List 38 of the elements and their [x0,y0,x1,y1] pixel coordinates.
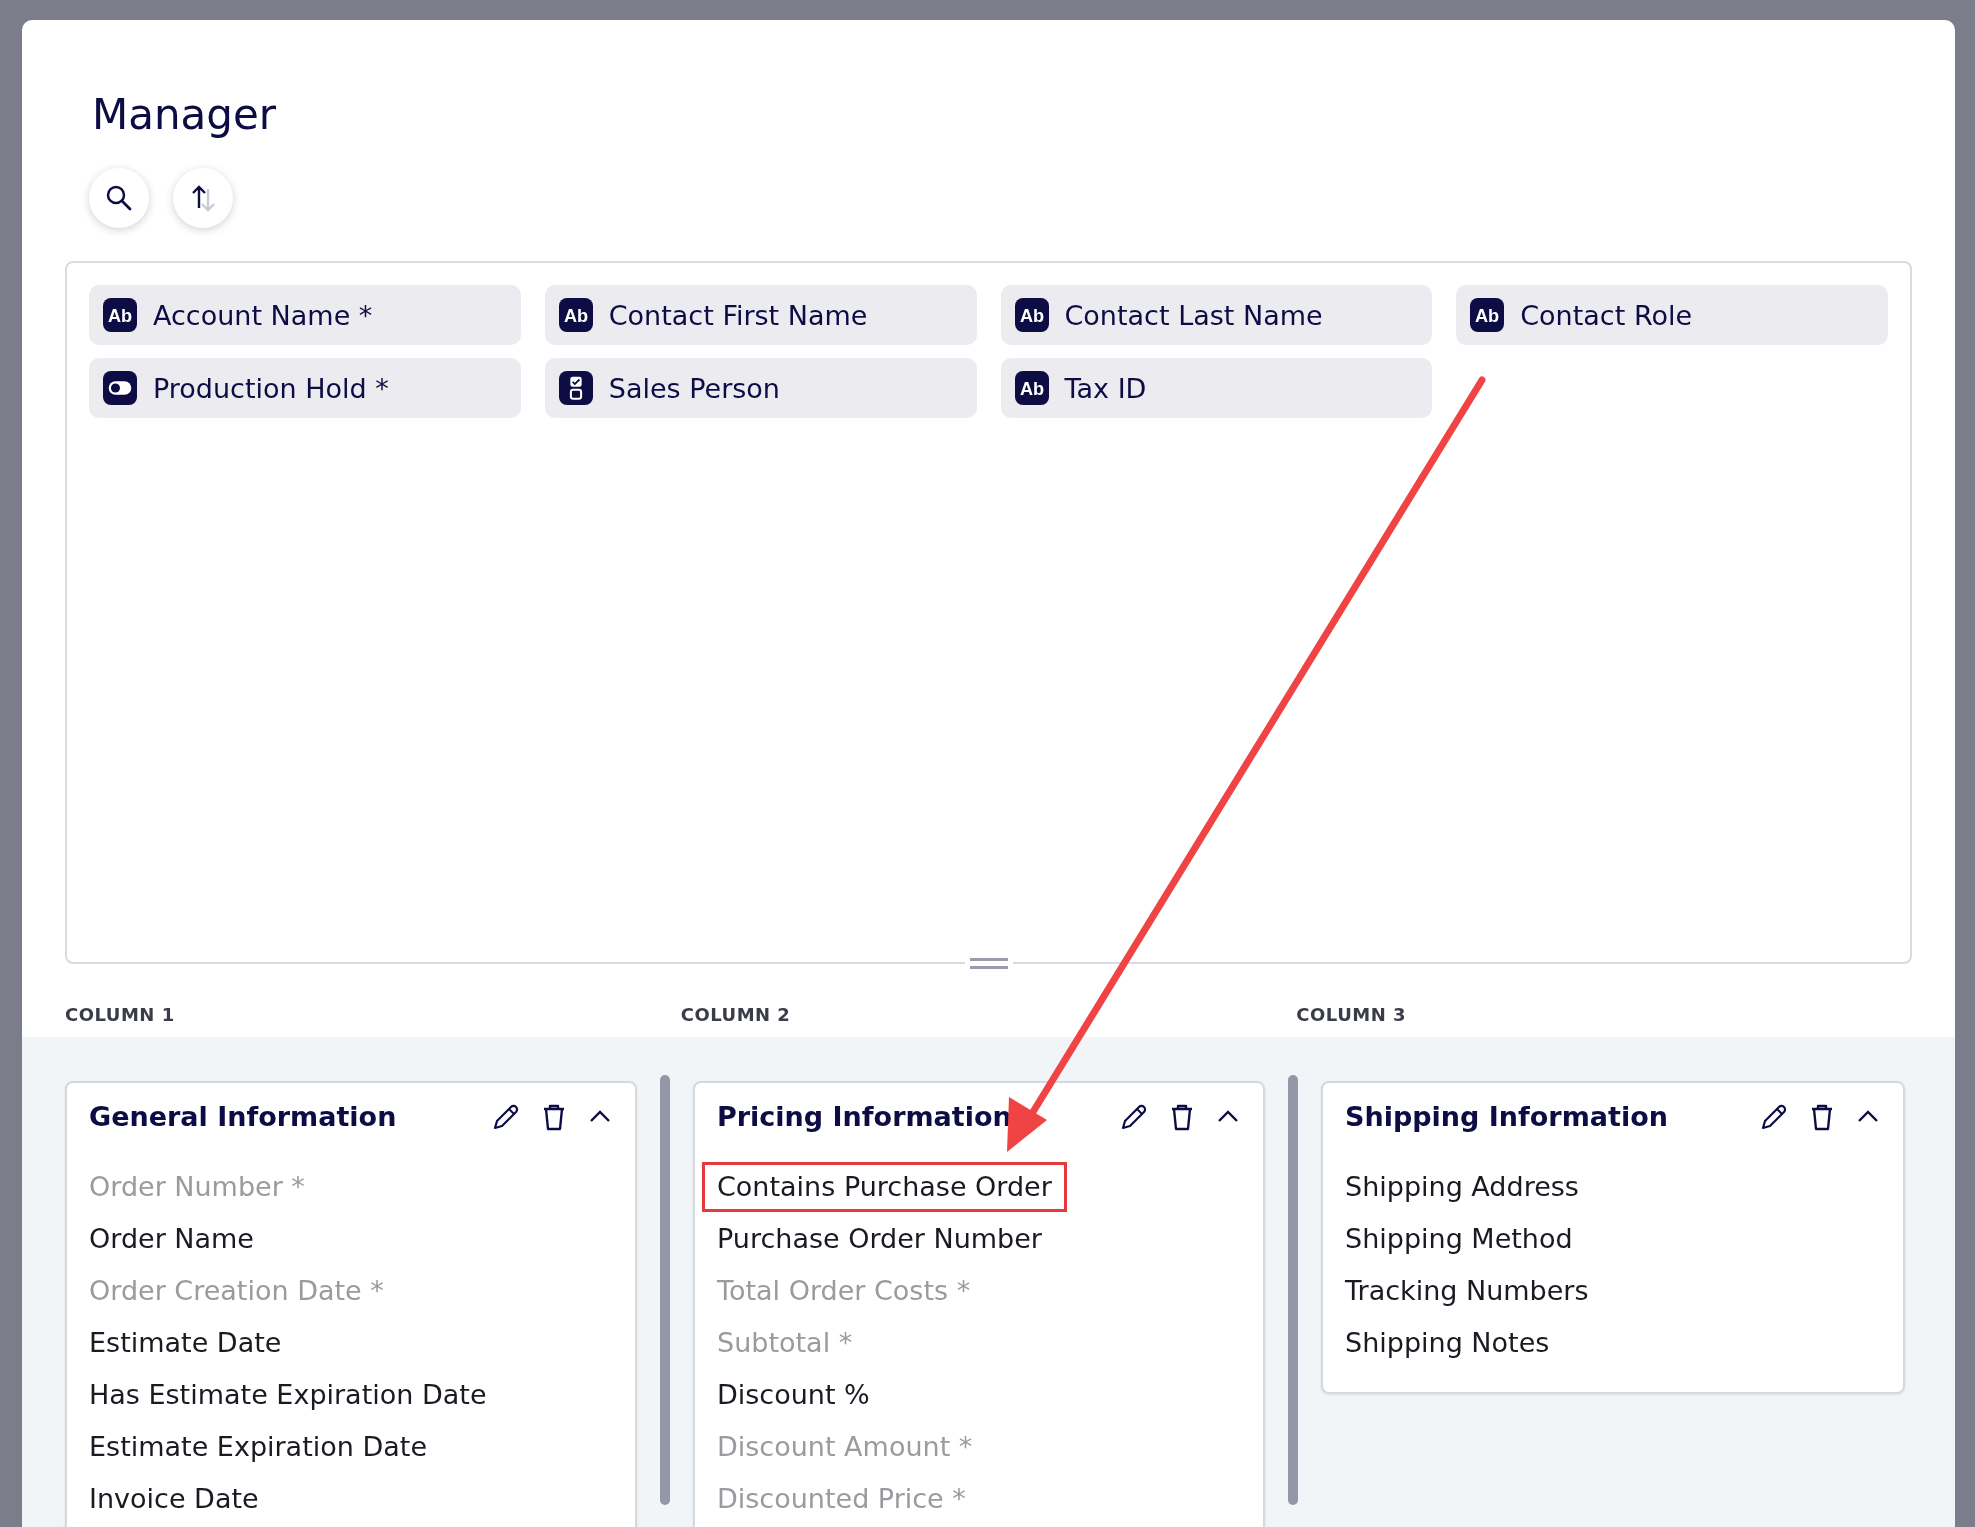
field-item[interactable]: Shipping Notes [1330,1318,1565,1369]
search-icon [105,184,133,213]
column-label: COLUMN 1 [65,1004,176,1026]
section-title: General Information [89,1101,397,1133]
field-item[interactable]: Order Name [74,1214,269,1265]
field-item[interactable]: Has Estimate Expiration Date [74,1370,502,1421]
field-chip[interactable]: Production Hold * [89,358,521,419]
toggle-icon [103,371,137,406]
field-chip[interactable]: Ab Contact Role [1456,285,1888,346]
text-field-icon: Ab [1470,298,1505,333]
search-button[interactable] [89,168,149,229]
field-chip[interactable]: Ab Contact Last Name [1000,285,1433,346]
sort-button[interactable] [173,168,233,229]
page-title: Manager [92,90,278,141]
scrollbar[interactable] [660,1075,670,1506]
column-label: COLUMN 3 [1296,1004,1408,1026]
field-chip[interactable]: Ab Tax ID [1000,358,1433,419]
field-item[interactable]: Discount % [702,1370,885,1421]
text-field-icon: Ab [103,298,137,333]
field-chip[interactable]: Sales Person [544,358,977,419]
scrollbar[interactable] [1288,1075,1298,1506]
field-item[interactable]: Estimate Date [74,1318,297,1369]
field-item[interactable]: Purchase Order Number [702,1214,1057,1265]
field-item[interactable]: Shipping Method [1330,1214,1588,1265]
field-chip[interactable]: Ab Contact First Name [544,285,977,346]
field-chip[interactable]: Ab Account Name * [89,285,521,346]
section-title: Shipping Information [1345,1101,1668,1133]
text-field-icon: Ab [1014,371,1049,406]
field-item[interactable]: Contains Purchase Order [702,1162,1067,1213]
field-item[interactable]: Invoice Date [74,1474,274,1525]
field-item[interactable]: Estimate Expiration Date [74,1422,442,1473]
field-item[interactable]: Shipping Address [1330,1162,1594,1213]
checklist-icon [558,371,593,406]
section-title: Pricing Information [717,1101,1012,1133]
text-field-icon: Ab [558,298,593,333]
column-label: COLUMN 2 [680,1004,792,1026]
text-field-icon: Ab [1014,298,1049,333]
field-item[interactable]: Tracking Numbers [1330,1266,1604,1317]
